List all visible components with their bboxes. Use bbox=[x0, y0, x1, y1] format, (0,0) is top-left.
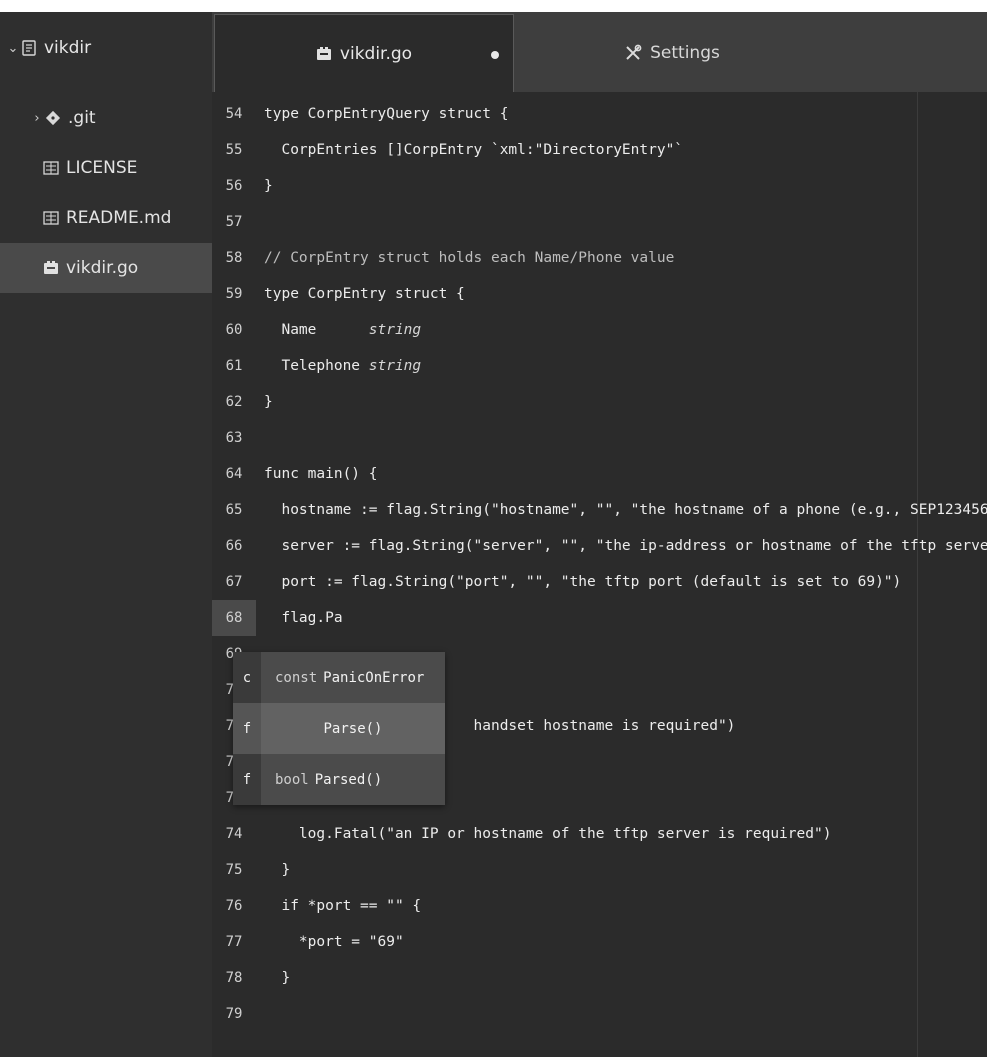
tree-item-label: .git bbox=[68, 108, 96, 128]
line-number: 74 bbox=[225, 826, 243, 842]
tree-item-label: vikdir.go bbox=[66, 258, 139, 278]
code-line[interactable]: *port = "69" bbox=[264, 924, 404, 960]
file-tree-panel: ⌄ vikdir › .git LICENSE README.md vikdir… bbox=[0, 12, 212, 1057]
line-number: 58 bbox=[225, 250, 243, 266]
tab-bar: vikdir.go Settings bbox=[212, 12, 987, 92]
constant-kind-icon: c bbox=[233, 652, 261, 703]
code-line[interactable]: func main() { bbox=[264, 456, 378, 492]
code-line[interactable]: if *port == "" { bbox=[264, 888, 421, 924]
tree-root-vikdir[interactable]: ⌄ vikdir bbox=[0, 12, 212, 84]
code-line[interactable]: hostname := flag.String("hostname", "", … bbox=[264, 492, 987, 528]
autocomplete-label: Parse() bbox=[261, 721, 445, 737]
line-number: 68 bbox=[212, 600, 256, 636]
line-number: 54 bbox=[225, 106, 243, 122]
git-icon bbox=[44, 110, 62, 126]
code-area[interactable]: type CorpEntryQuery struct { CorpEntries… bbox=[264, 92, 987, 1057]
line-number: 63 bbox=[225, 430, 243, 446]
text-file-icon bbox=[42, 210, 60, 226]
code-line[interactable]: } bbox=[264, 960, 290, 996]
code-editor[interactable]: 5455565758596061626364656667686970717273… bbox=[212, 92, 987, 1057]
autocomplete-label: const PanicOnError bbox=[261, 670, 424, 686]
autocomplete-label: bool Parsed() bbox=[261, 772, 382, 788]
text-file-icon bbox=[42, 160, 60, 176]
line-number: 66 bbox=[225, 538, 243, 554]
line-number: 56 bbox=[225, 178, 243, 194]
line-number: 62 bbox=[225, 394, 243, 410]
line-number: 60 bbox=[225, 322, 243, 338]
code-line[interactable]: Name string bbox=[264, 312, 421, 348]
tree-item-license[interactable]: LICENSE bbox=[0, 143, 212, 193]
line-number: 59 bbox=[225, 286, 243, 302]
tree-item-readme[interactable]: README.md bbox=[0, 193, 212, 243]
chevron-down-icon: ⌄ bbox=[7, 40, 19, 56]
chevron-right-icon: › bbox=[34, 110, 40, 126]
line-number: 64 bbox=[225, 466, 243, 482]
autocomplete-text: PanicOnError bbox=[323, 669, 425, 686]
code-line[interactable]: } bbox=[264, 168, 273, 204]
code-line[interactable]: type CorpEntryQuery struct { bbox=[264, 96, 508, 132]
line-number: 67 bbox=[225, 574, 243, 590]
editor-window: ⌄ vikdir › .git LICENSE README.md vikdir… bbox=[0, 0, 987, 1057]
function-kind-icon: f bbox=[233, 754, 261, 805]
function-kind-icon: f bbox=[233, 703, 261, 754]
line-number: 57 bbox=[225, 214, 243, 230]
tab-label: vikdir.go bbox=[339, 43, 413, 64]
go-file-icon bbox=[42, 260, 60, 276]
code-line[interactable]: log.Fatal("an IP or hostname of the tftp… bbox=[264, 816, 832, 852]
code-line[interactable]: } bbox=[264, 384, 273, 420]
code-line[interactable]: flag.Pa bbox=[264, 600, 342, 636]
tree-item-vikdir-go[interactable]: vikdir.go bbox=[0, 243, 212, 293]
code-line[interactable]: // CorpEntry struct holds each Name/Phon… bbox=[264, 240, 674, 276]
autocomplete-text: Parsed() bbox=[314, 771, 383, 788]
line-number: 55 bbox=[225, 142, 243, 158]
line-number: 61 bbox=[225, 358, 243, 374]
code-line[interactable]: Telephone string bbox=[264, 348, 421, 384]
tree-root-label: vikdir bbox=[44, 38, 92, 58]
code-line[interactable]: CorpEntries []CorpEntry `xml:"DirectoryE… bbox=[264, 132, 683, 168]
autocomplete-left-label: const bbox=[275, 669, 318, 686]
autocomplete-text: Parse() bbox=[323, 720, 383, 737]
line-number: 75 bbox=[225, 862, 243, 878]
autocomplete-item[interactable]: f Parse() bbox=[233, 703, 445, 754]
autocomplete-item[interactable]: f bool Parsed() bbox=[233, 754, 445, 805]
line-number: 78 bbox=[225, 970, 243, 986]
tree-item-label: LICENSE bbox=[66, 158, 138, 178]
autocomplete-item[interactable]: c const PanicOnError bbox=[233, 652, 445, 703]
tab-vikdir-go[interactable]: vikdir.go bbox=[214, 14, 514, 92]
code-token: Telephone bbox=[264, 358, 369, 374]
settings-tools-icon bbox=[624, 44, 642, 62]
go-file-icon bbox=[316, 46, 332, 61]
tab-settings[interactable]: Settings bbox=[522, 14, 822, 92]
tree-item-label: README.md bbox=[66, 208, 172, 228]
line-number: 77 bbox=[225, 934, 243, 950]
tab-label: Settings bbox=[650, 43, 720, 63]
line-number: 79 bbox=[225, 1006, 243, 1022]
code-line[interactable]: server := flag.String("server", "", "the… bbox=[264, 528, 987, 564]
code-token: Name bbox=[264, 322, 369, 338]
code-type-token: string bbox=[368, 322, 422, 338]
autocomplete-left-label: bool bbox=[275, 771, 309, 788]
code-line[interactable]: port := flag.String("port", "", "the tft… bbox=[264, 564, 901, 600]
line-number-gutter: 5455565758596061626364656667686970717273… bbox=[212, 92, 256, 1057]
modified-indicator-icon[interactable] bbox=[491, 51, 499, 59]
repo-icon bbox=[20, 40, 38, 56]
line-number: 76 bbox=[225, 898, 243, 914]
code-type-token: string bbox=[368, 358, 422, 374]
autocomplete-popup: c const PanicOnError f Parse() f bool Parsed() bbox=[233, 652, 445, 805]
line-number: 65 bbox=[225, 502, 243, 518]
code-line[interactable]: type CorpEntry struct { bbox=[264, 276, 465, 312]
tree-item-git[interactable]: › .git bbox=[0, 93, 212, 143]
code-line[interactable]: } bbox=[264, 852, 290, 888]
